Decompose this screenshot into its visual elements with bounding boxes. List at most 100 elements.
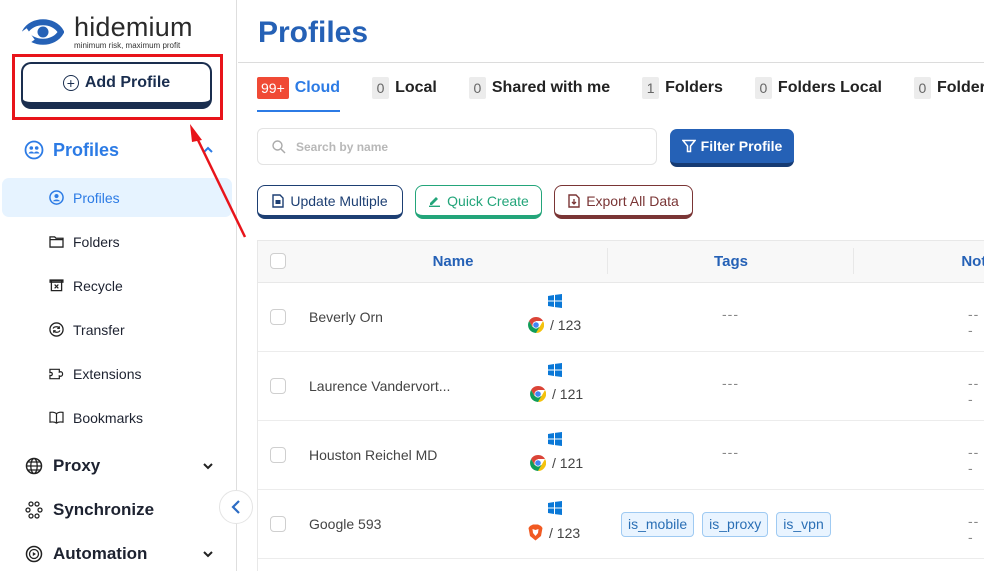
- tag-badge[interactable]: is_mobile: [621, 512, 695, 537]
- windows-icon: [548, 432, 562, 451]
- sidebar-group-label: Profiles: [53, 139, 120, 160]
- pencil-icon: [429, 196, 441, 207]
- sidebar-group-automation[interactable]: Automation: [0, 543, 237, 565]
- row-checkbox[interactable]: [270, 309, 286, 325]
- row-checkbox[interactable]: [270, 516, 286, 532]
- add-profile-button[interactable]: + Add Profile: [21, 62, 212, 109]
- chevron-left-icon: [231, 500, 240, 514]
- row-checkbox[interactable]: [270, 447, 286, 463]
- filter-profile-label: Filter Profile: [700, 138, 783, 154]
- browser-version: / 123: [549, 524, 581, 541]
- chrome-icon: [530, 386, 546, 402]
- quick-create-button[interactable]: Quick Create: [415, 185, 542, 219]
- browser-version: / 121: [552, 386, 584, 402]
- filter-icon: [681, 139, 696, 153]
- column-header-name[interactable]: Name: [318, 241, 588, 283]
- select-all-checkbox[interactable]: [270, 253, 286, 269]
- sidebar-item-label: Bookmarks: [73, 409, 144, 426]
- tag-list: is_mobile is_proxy is_vpn: [621, 512, 839, 537]
- document-icon: [272, 193, 285, 208]
- export-all-data-label: Export All Data: [586, 192, 679, 209]
- search-input[interactable]: [296, 139, 626, 154]
- profile-name: Houston Reichel MD: [309, 447, 438, 463]
- tab-label: Local: [395, 79, 437, 96]
- tags-empty: ---: [722, 306, 739, 322]
- sidebar-group-synchronize[interactable]: Synchronize: [0, 499, 237, 521]
- tab-shared-with-me[interactable]: 0 Shared with me: [468, 76, 611, 100]
- tab-label: Cloud: [294, 79, 341, 96]
- chrome-icon: [528, 317, 544, 333]
- tag-badge[interactable]: is_proxy: [702, 512, 769, 537]
- note-empty: ---: [968, 375, 980, 407]
- book-icon: [48, 410, 64, 426]
- tab-label: Shared with me: [491, 79, 611, 96]
- tab-cloud[interactable]: 99+ Cloud: [257, 76, 341, 112]
- tab-folders-shared[interactable]: 0 Folders Shared: [913, 76, 984, 100]
- sidebar-item-recycle[interactable]: Recycle: [2, 266, 232, 305]
- tab-count-badge: 0: [468, 77, 486, 99]
- table-header: Name Tags Note: [258, 241, 984, 283]
- sidebar-group-label: Proxy: [53, 456, 101, 475]
- note-empty: ---: [968, 513, 980, 545]
- browser-info: / 121: [530, 455, 583, 471]
- note-empty: ---: [968, 444, 980, 476]
- update-multiple-button[interactable]: Update Multiple: [257, 185, 403, 219]
- sidebar-item-profiles[interactable]: Profiles: [2, 178, 232, 217]
- plus-circle-icon: +: [62, 75, 79, 91]
- tab-folders-local[interactable]: 0 Folders Local: [754, 76, 882, 100]
- collapse-sidebar-button[interactable]: [219, 490, 253, 524]
- quick-create-label: Quick Create: [447, 192, 529, 209]
- page-title: Profiles: [258, 16, 369, 49]
- tab-local[interactable]: 0 Local: [372, 76, 437, 100]
- sidebar-group-profiles[interactable]: Profiles: [0, 139, 237, 161]
- profile-name: Google 593: [309, 516, 382, 532]
- tab-count-badge: 0: [913, 77, 931, 99]
- browser-info: / 121: [530, 386, 583, 402]
- filter-profile-button[interactable]: Filter Profile: [670, 129, 794, 167]
- sidebar: hidemium minimum risk, maximum profit + …: [0, 0, 237, 571]
- sidebar-group-proxy[interactable]: Proxy: [0, 455, 237, 477]
- automation-icon: [24, 544, 44, 564]
- brand-tagline: minimum risk, maximum profit: [74, 41, 181, 50]
- table-row[interactable]: Laurence Vandervort... / 121 --- ---: [258, 352, 984, 421]
- search-icon: [272, 139, 286, 154]
- brand-logo[interactable]: hidemium minimum risk, maximum profit: [22, 14, 193, 50]
- main-content: Profiles 99+ Cloud 0 Local 0 Shared with…: [238, 0, 984, 571]
- brand-name: hidemium: [74, 12, 193, 42]
- user-circle-icon: [48, 190, 64, 206]
- windows-icon: [548, 363, 562, 382]
- profiles-table: Name Tags Note Beverly Orn / 123 --- ---…: [257, 240, 984, 571]
- tab-count-badge: 0: [372, 77, 390, 99]
- export-all-data-button[interactable]: Export All Data: [554, 185, 693, 219]
- sidebar-item-extensions[interactable]: Extensions: [2, 354, 232, 393]
- divider: [238, 62, 984, 63]
- sidebar-item-folders[interactable]: Folders: [2, 222, 232, 261]
- profile-name: Beverly Orn: [309, 309, 383, 325]
- chevron-up-icon: [202, 143, 214, 157]
- tab-label: Folders Shared: [936, 79, 984, 96]
- puzzle-icon: [48, 366, 64, 382]
- globe-icon: [24, 456, 44, 476]
- column-header-tags[interactable]: Tags: [608, 241, 854, 283]
- column-header-note[interactable]: Note: [948, 241, 984, 283]
- table-row[interactable]: Beverly Orn / 123 --- ---: [258, 283, 984, 352]
- table-row[interactable]: Google 593 / 123 is_mobile is_proxy is_v…: [258, 490, 984, 559]
- chevron-down-icon: [202, 459, 214, 473]
- recycle-bin-icon: [48, 278, 64, 294]
- update-multiple-label: Update Multiple: [290, 192, 388, 209]
- tab-folders[interactable]: 1 Folders: [642, 76, 723, 100]
- file-download-icon: [568, 193, 580, 208]
- tab-label: Folders: [665, 79, 723, 96]
- users-icon: [24, 140, 44, 160]
- tag-badge[interactable]: is_vpn: [776, 512, 831, 537]
- eye-logo-icon: [22, 19, 64, 45]
- row-checkbox[interactable]: [270, 378, 286, 394]
- column-divider: [853, 248, 854, 274]
- sidebar-item-label: Recycle: [73, 277, 123, 294]
- sidebar-item-bookmarks[interactable]: Bookmarks: [2, 398, 232, 437]
- table-row[interactable]: Houston Reichel MD / 121 --- ---: [258, 421, 984, 490]
- tab-label: Folders Local: [777, 79, 882, 96]
- chrome-icon: [530, 455, 546, 471]
- sidebar-item-transfer[interactable]: Transfer: [2, 310, 232, 349]
- profile-tabs: 99+ Cloud 0 Local 0 Shared with me 1 Fol…: [257, 76, 984, 112]
